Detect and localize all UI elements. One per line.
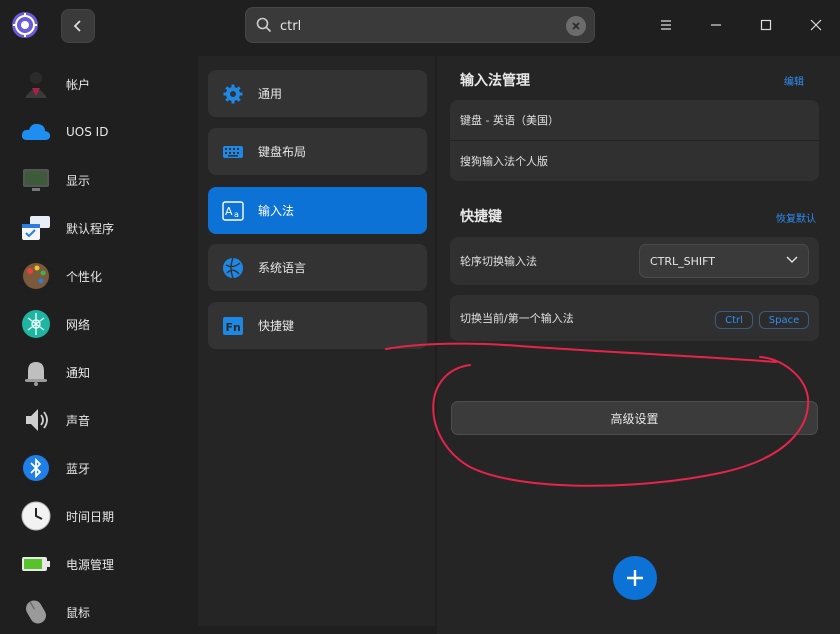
sidebar-item-account[interactable]: 帐户 <box>0 60 190 108</box>
sidebar-item-power[interactable]: 电源管理 <box>0 540 190 588</box>
plus-icon <box>627 570 643 586</box>
sidebar-item-uos-id[interactable]: UOS ID <box>0 108 190 156</box>
back-button[interactable] <box>61 9 95 43</box>
sidebar-item-label: 帐户 <box>66 77 91 92</box>
search-icon <box>256 17 272 33</box>
sidebar-item-label: UOS ID <box>66 125 109 139</box>
nav-item-label: 通用 <box>258 87 283 101</box>
sidebar-item-label: 网络 <box>66 317 91 332</box>
bell-icon <box>25 362 47 386</box>
nav-item-system-language[interactable]: 系统语言 <box>208 244 427 291</box>
fn-key-icon: Fn <box>223 316 243 335</box>
switch-order-select[interactable]: CTRL_SHIFT <box>639 244 809 278</box>
search-box[interactable] <box>245 7 595 43</box>
nav-item-label: 键盘布局 <box>258 145 307 159</box>
control-center-logo-icon <box>12 12 38 38</box>
network-icon <box>22 310 50 338</box>
search-input[interactable] <box>280 15 560 37</box>
input-method-item[interactable]: 搜狗输入法个人版 <box>450 141 819 181</box>
input-method-item[interactable]: 键盘 - 英语（美国） <box>450 100 819 140</box>
clear-search-button[interactable] <box>566 16 586 36</box>
sidebar-item-label: 个性化 <box>66 269 103 284</box>
sidebar-item-label: 声音 <box>66 413 91 428</box>
svg-text:a: a <box>234 210 239 219</box>
mouse-icon <box>26 600 46 624</box>
sidebar-item-network[interactable]: 网络 <box>0 300 190 348</box>
nav-item-general[interactable]: 通用 <box>208 70 427 117</box>
sidebar-item-datetime[interactable]: 时间日期 <box>0 492 190 540</box>
input-method-name: 搜狗输入法个人版 <box>460 155 548 168</box>
input-method-settings: 输入法管理 编辑 键盘 - 英语（美国） 搜狗输入法个人版 快捷键 恢复默认 轮… <box>437 56 840 634</box>
nav-item-label: 快捷键 <box>258 319 295 333</box>
input-method-name: 键盘 - 英语（美国） <box>460 114 559 127</box>
switch-order-label: 轮序切换输入法 <box>460 255 537 268</box>
sidebar-item-bluetooth[interactable]: 蓝牙 <box>0 444 190 492</box>
toggle-input-method-row: 切换当前/第一个输入法 Ctrl Space <box>450 295 819 341</box>
svg-text:Fn: Fn <box>226 321 241 334</box>
bluetooth-icon <box>23 455 49 481</box>
toggle-input-method-label: 切换当前/第一个输入法 <box>460 312 574 325</box>
hamburger-menu-icon <box>661 20 671 30</box>
minimize-button[interactable] <box>705 14 727 36</box>
clock-icon <box>21 501 51 531</box>
sidebar-item-sound[interactable]: 声音 <box>0 396 190 444</box>
shortcut-key-ctrl[interactable]: Ctrl <box>715 311 753 329</box>
sidebar-item-default-apps[interactable]: 默认程序 <box>0 204 190 252</box>
input-method-icon: Aa <box>222 200 244 221</box>
sidebar-item-display[interactable]: 显示 <box>0 156 190 204</box>
maximize-icon <box>760 19 772 31</box>
chevron-left-icon <box>73 20 81 32</box>
battery-icon <box>22 557 50 571</box>
display-icon <box>23 169 49 191</box>
keyboard-icon <box>223 145 243 158</box>
chevron-down-icon <box>786 256 798 264</box>
palette-icon <box>23 263 49 289</box>
close-button[interactable] <box>805 14 827 36</box>
speaker-icon <box>26 409 48 431</box>
nav-item-keyboard-layout[interactable]: 键盘布局 <box>208 128 427 175</box>
nav-item-shortcuts[interactable]: Fn 快捷键 <box>208 302 427 349</box>
language-icon <box>223 257 243 278</box>
nav-item-label: 系统语言 <box>258 261 307 275</box>
advanced-settings-label: 高级设置 <box>610 411 659 426</box>
switch-order-row: 轮序切换输入法 CTRL_SHIFT <box>450 237 819 285</box>
sidebar-item-label: 默认程序 <box>66 221 115 236</box>
restore-defaults-button[interactable]: 恢复默认 <box>776 210 816 225</box>
keyboard-language-nav: 通用 键盘布局 Aa 输入法 系统语言 Fn 快捷键 <box>198 56 435 626</box>
sidebar-item-mouse[interactable]: 鼠标 <box>0 588 190 634</box>
sidebar-item-label: 显示 <box>66 173 91 188</box>
sidebar-item-notification[interactable]: 通知 <box>0 348 190 396</box>
sidebar-item-label: 电源管理 <box>66 557 115 572</box>
nav-item-input-method[interactable]: Aa 输入法 <box>208 187 427 234</box>
sidebar: 帐户 UOS ID 显示 默认程序 个性化 网络 通知 声音 蓝牙 时间日期 电… <box>0 52 190 634</box>
input-method-management-title: 输入法管理 <box>460 73 530 89</box>
svg-text:A: A <box>225 205 233 218</box>
close-window-icon <box>810 19 822 31</box>
maximize-button[interactable] <box>755 14 777 36</box>
sidebar-item-label: 时间日期 <box>66 509 115 524</box>
sidebar-item-personalization[interactable]: 个性化 <box>0 252 190 300</box>
sidebar-item-label: 蓝牙 <box>66 461 91 476</box>
advanced-settings-button[interactable]: 高级设置 <box>451 401 818 435</box>
sidebar-item-label: 鼠标 <box>66 605 91 620</box>
close-icon <box>572 22 580 30</box>
minimize-icon <box>711 24 721 26</box>
cloud-icon <box>21 123 51 140</box>
edit-button[interactable]: 编辑 <box>784 73 804 88</box>
sidebar-item-label: 通知 <box>66 365 91 380</box>
nav-item-label: 输入法 <box>258 204 295 218</box>
title-bar <box>0 0 840 52</box>
default-apps-icon <box>22 216 50 240</box>
switch-order-value: CTRL_SHIFT <box>650 254 716 268</box>
add-input-method-button[interactable] <box>613 556 657 600</box>
shortcut-key-space[interactable]: Space <box>759 311 809 329</box>
shortcuts-title: 快捷键 <box>460 209 502 225</box>
menu-button[interactable] <box>655 14 677 36</box>
gear-icon <box>223 84 243 103</box>
account-icon <box>25 72 47 98</box>
